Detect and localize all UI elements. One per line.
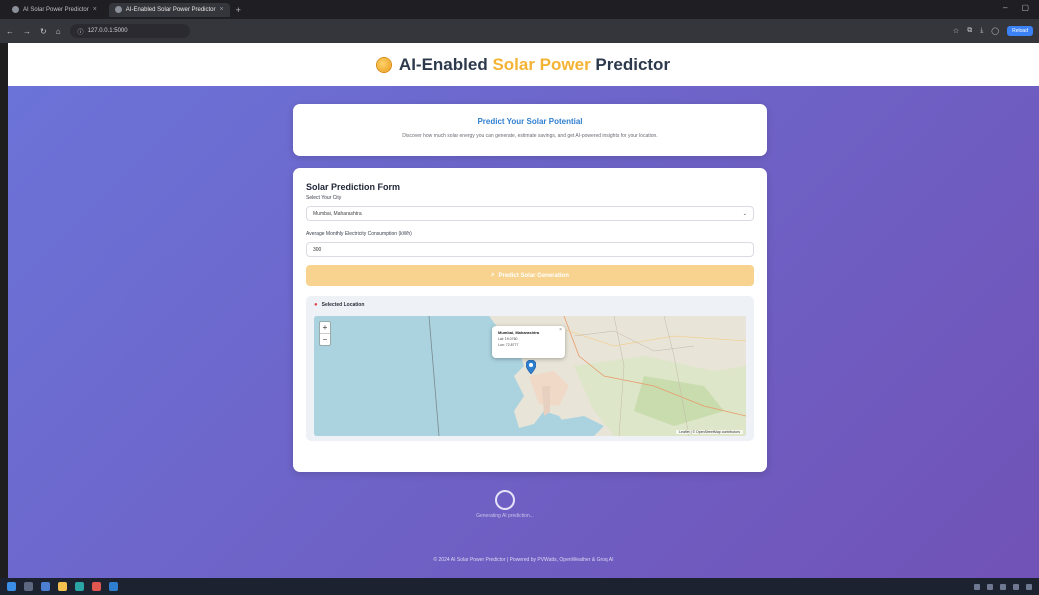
page-viewport: AI-Enabled Solar Power Predictor Predict…	[8, 43, 1039, 578]
page-title: AI-Enabled Solar Power Predictor	[398, 54, 671, 74]
city-select-value: Mumbai, Maharashtra	[313, 210, 362, 217]
new-tab-icon[interactable]: +	[236, 5, 241, 15]
taskbar-app-icon[interactable]	[75, 582, 84, 591]
map-attribution[interactable]: Leaflet | © OpenStreetMap contributors	[676, 430, 743, 434]
app-header: AI-Enabled Solar Power Predictor	[8, 43, 1039, 86]
city-label: Select Your City	[306, 195, 342, 201]
chevron-down-icon: ⌄	[742, 210, 747, 217]
close-tab-icon[interactable]: ×	[93, 6, 97, 13]
popup-close-icon[interactable]: ×	[559, 327, 562, 333]
hero-subtitle: Discover how much solar energy you can g…	[402, 133, 658, 139]
hero-title: Predict Your Solar Potential	[477, 117, 583, 126]
city-select[interactable]: Mumbai, Maharashtra ⌄	[306, 206, 754, 221]
taskbar-search-icon[interactable]	[24, 582, 33, 591]
file-explorer-icon[interactable]	[58, 582, 67, 591]
vscode-icon[interactable]	[109, 582, 118, 591]
url-text: 127.0.0.1:5000	[87, 28, 128, 34]
back-icon[interactable]: ←	[6, 27, 14, 36]
prediction-form: Solar Prediction Form Select Your City M…	[293, 168, 767, 472]
tab-label: AI-Enabled Solar Power Predictor	[125, 6, 216, 13]
loading-spinner	[495, 490, 515, 510]
profile-icon[interactable]: ◯	[991, 27, 999, 35]
popup-latitude: Lat: 19.0760	[498, 337, 518, 341]
relaunch-button[interactable]: Reload	[1007, 26, 1033, 36]
search-icon: ⌕	[491, 272, 495, 278]
location-title: ● Selected Location	[314, 302, 746, 308]
map-view[interactable]: + − × Mumbai, Maharashtra Lat: 19.0760 L…	[314, 316, 746, 436]
predict-button-label: Predict Solar Generation	[498, 272, 569, 279]
map-zoom-control: + −	[319, 321, 331, 346]
site-info-icon[interactable]: ⓘ	[78, 27, 84, 36]
form-title: Solar Prediction Form	[306, 182, 401, 192]
predict-button[interactable]: ⌕ Predict Solar Generation	[306, 265, 754, 286]
reload-icon[interactable]: ↻	[40, 27, 47, 36]
zoom-in-button[interactable]: +	[320, 322, 330, 333]
consumption-input[interactable]: 300	[306, 242, 754, 257]
forward-icon[interactable]: →	[23, 27, 31, 36]
maximize-icon[interactable]: ▢	[1021, 3, 1029, 12]
volume-icon[interactable]	[1013, 583, 1019, 590]
popup-longitude: Lon: 72.8777	[498, 343, 519, 347]
loading-text: Generating AI prediction...	[476, 513, 534, 519]
tray-icon[interactable]	[974, 583, 980, 590]
system-tray	[974, 583, 1032, 590]
bookmark-star-icon[interactable]: ☆	[953, 27, 959, 35]
tab-label: AI Solar Power Predictor	[23, 6, 89, 13]
tab-favicon-icon	[12, 6, 19, 13]
tab-favicon-icon	[114, 6, 122, 13]
consumption-label: Average Monthly Electricity Consumption …	[306, 231, 412, 237]
browser-toolbar: ← → ↻ ⌂ ⓘ 127.0.0.1:5000 ☆ ⧉ ⤓ ◯ Reload	[0, 19, 1039, 43]
network-icon[interactable]	[1000, 583, 1006, 590]
page-footer: © 2024 AI Solar Power Predictor | Powere…	[433, 557, 614, 563]
consumption-value: 300	[313, 246, 322, 253]
chrome-icon[interactable]	[92, 582, 101, 591]
tray-icon[interactable]	[987, 583, 993, 590]
map-pin-icon: ●	[314, 302, 318, 308]
map-popup: × Mumbai, Maharashtra Lat: 19.0760 Lon: …	[492, 326, 565, 358]
minimize-icon[interactable]: –	[1003, 3, 1007, 12]
map-marker-icon[interactable]	[526, 360, 536, 374]
os-taskbar	[0, 578, 1039, 595]
start-icon[interactable]	[7, 582, 16, 591]
browser-tabbar: AI Solar Power Predictor × AI-Enabled So…	[0, 0, 1039, 19]
browser-tab-2[interactable]: AI-Enabled Solar Power Predictor ×	[108, 2, 230, 17]
location-panel: ● Selected Location + − × Mumbai, Mahara…	[306, 296, 754, 441]
close-tab-icon[interactable]: ×	[220, 6, 224, 13]
browser-tab-1[interactable]: AI Solar Power Predictor ×	[6, 3, 103, 17]
popup-location-name: Mumbai, Maharashtra	[498, 330, 540, 335]
extensions-icon[interactable]: ⧉	[967, 27, 972, 35]
downloads-icon[interactable]: ⤓	[980, 27, 983, 35]
browser-extensions: ☆ ⧉ ⤓ ◯ Reload	[953, 26, 1033, 36]
address-bar[interactable]: ⓘ 127.0.0.1:5000	[69, 24, 190, 38]
location-title-label: Selected Location	[321, 302, 365, 308]
sun-icon	[376, 57, 391, 72]
battery-icon[interactable]	[1026, 583, 1032, 590]
zoom-out-button[interactable]: −	[320, 333, 330, 345]
home-icon[interactable]: ⌂	[56, 27, 61, 36]
hero-card: Predict Your Solar Potential Discover ho…	[293, 104, 767, 156]
window-controls: – ▢	[1003, 3, 1029, 12]
task-view-icon[interactable]	[41, 582, 50, 591]
